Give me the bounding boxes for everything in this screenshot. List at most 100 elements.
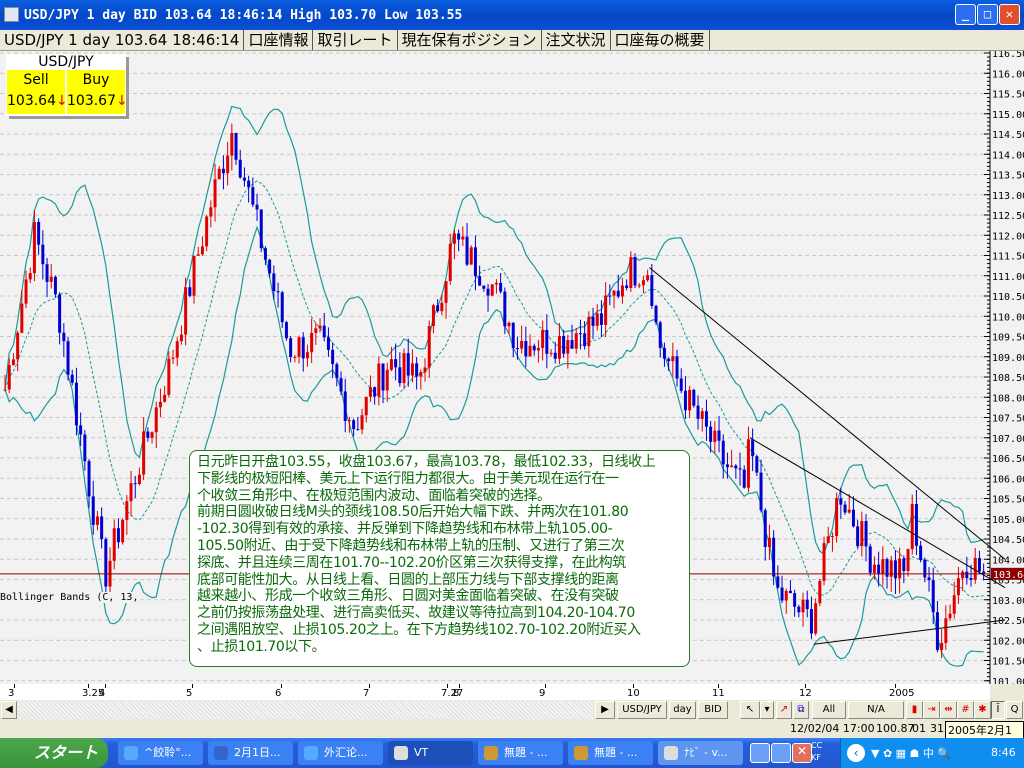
status-bar: 12/02/04 17:00 100.87 01 31 2005年2月1日 (0, 720, 1024, 755)
taskbar-label: 外汇论... (324, 746, 368, 759)
candle-body (692, 389, 696, 406)
sell-button[interactable]: Sell 103.64↓ (7, 70, 68, 114)
candle-body (536, 347, 540, 351)
candle-body (91, 496, 95, 525)
y-tick-label: 109.50 (992, 333, 1024, 344)
sell-price: 103.64 (7, 93, 56, 109)
symbol-button[interactable]: USD/JPY (617, 701, 667, 719)
channel-tool-icon[interactable]: ⧉ (793, 701, 809, 719)
tray-icons[interactable]: ▼ ✿ ▦ ☗ 中 🔍 (871, 745, 951, 761)
cursor-icon[interactable]: ↖ (740, 701, 760, 719)
candle-body (284, 322, 288, 339)
na-button[interactable]: N/A (848, 701, 904, 719)
maximize-button[interactable]: □ (977, 4, 998, 25)
candle-body (427, 326, 431, 368)
tab-account-summary[interactable]: 口座毎の概要 (611, 30, 710, 50)
candle-body (154, 407, 158, 433)
taskbar-item[interactable]: 無題 - ... (478, 741, 563, 765)
dropdown-arrow-icon[interactable]: ▾ (760, 701, 774, 719)
trendline-tool-icon[interactable]: ↗ (776, 701, 792, 719)
candle-body (793, 593, 797, 607)
start-label: スタート (34, 743, 99, 762)
crosshair-icon[interactable]: ✱ (974, 701, 991, 719)
note-line: 越来越小、形成一个收敛三角形、日圆对美金面临着突破、在没有突破 (197, 588, 619, 605)
candle-body (53, 276, 57, 295)
candle-body (213, 179, 217, 208)
taskbar-item[interactable]: ^餃聆°... (118, 741, 203, 765)
candle-body (696, 405, 700, 419)
scroll-right-button[interactable]: ▶ (595, 701, 615, 719)
tab-orders[interactable]: 注文状況 (542, 30, 611, 50)
all-button[interactable]: All (812, 701, 846, 719)
tab-rates[interactable]: 取引レート (313, 30, 398, 50)
collapse-tray-icon[interactable]: ‹ (847, 744, 865, 762)
tab-positions[interactable]: 現在保有ポジション (398, 30, 542, 50)
candle-body (730, 465, 734, 468)
candle-body (406, 353, 410, 376)
tab-chart[interactable]: USD/JPY 1 day 103.64 18:46:14 (0, 30, 245, 50)
candle-body (965, 571, 969, 579)
candle-body (856, 526, 860, 547)
candle-body (667, 358, 671, 362)
candle-body (238, 159, 242, 178)
candle-body (389, 359, 393, 370)
y-tick-label: 113.50 (992, 171, 1024, 182)
x-tick-label: 12 (799, 688, 812, 699)
candle-body (759, 472, 763, 511)
taskbar-label: ﾅﾋﾞ - v... (684, 746, 728, 759)
q-button[interactable]: Q (1006, 701, 1023, 719)
minimize-button[interactable]: _ (955, 4, 976, 25)
candle-body (146, 431, 150, 438)
taskbar-item[interactable]: 無題 - ... (568, 741, 653, 765)
candle-body (746, 439, 750, 488)
candle-body (268, 259, 272, 274)
status-field2: 31 (930, 722, 944, 735)
candle-body (709, 426, 713, 442)
candle-body (658, 322, 662, 348)
close-icon[interactable]: ✕ (792, 743, 812, 763)
close-button[interactable]: ✕ (999, 4, 1020, 25)
analysis-note: 日元昨日开盘103.55，收盘103.67，最高103.78，最低102.33，… (189, 450, 690, 667)
candle-body (931, 580, 935, 613)
app-icon (394, 746, 408, 760)
candle-body (587, 316, 591, 347)
minimize-icon[interactable] (750, 743, 770, 763)
candle-body (553, 352, 557, 359)
candle-body (20, 303, 24, 333)
ime-cc: CC (811, 741, 823, 750)
taskbar-item[interactable]: ﾅﾋﾞ - v... (658, 741, 743, 765)
price-type-button[interactable]: BID (698, 701, 728, 719)
candle-body (818, 580, 822, 604)
candle-body (121, 519, 125, 543)
candle-body (545, 329, 549, 354)
ime-indicator[interactable]: CC KF (811, 740, 822, 764)
maximize-icon[interactable] (771, 743, 791, 763)
scroll-left-button[interactable]: ◀ (1, 701, 17, 719)
candle-body (163, 394, 167, 402)
candle-body (683, 390, 687, 411)
candle-body (192, 255, 196, 296)
candle-body (520, 340, 524, 349)
zoom-out-icon[interactable]: ⇹ (940, 701, 957, 719)
period-button[interactable]: day (669, 701, 696, 719)
candle-body (179, 334, 183, 342)
candle-body (646, 275, 650, 281)
candle-body (318, 325, 322, 329)
paint-icon (574, 746, 588, 760)
candle-body (352, 420, 356, 430)
candle-icon[interactable]: ▮ (906, 701, 923, 719)
grid-icon[interactable]: # (957, 701, 974, 719)
candle-body (473, 247, 477, 277)
candle-body (137, 474, 141, 485)
taskbar-item[interactable]: 2月1日... (208, 741, 293, 765)
tab-account-info[interactable]: 口座情報 (244, 30, 314, 50)
taskbar-item[interactable]: 外汇论... (298, 741, 383, 765)
vertical-scale-icon[interactable]: Ī (991, 701, 1005, 719)
buy-button[interactable]: Buy 103.67↓ (67, 70, 128, 114)
candle-body (448, 243, 452, 282)
horizontal-scrollbar[interactable] (18, 701, 593, 719)
taskbar-item-active[interactable]: VT (388, 741, 473, 765)
candle-body (721, 440, 725, 465)
zoom-in-icon[interactable]: ⇥ (923, 701, 940, 719)
start-button[interactable]: スタート (0, 738, 108, 768)
